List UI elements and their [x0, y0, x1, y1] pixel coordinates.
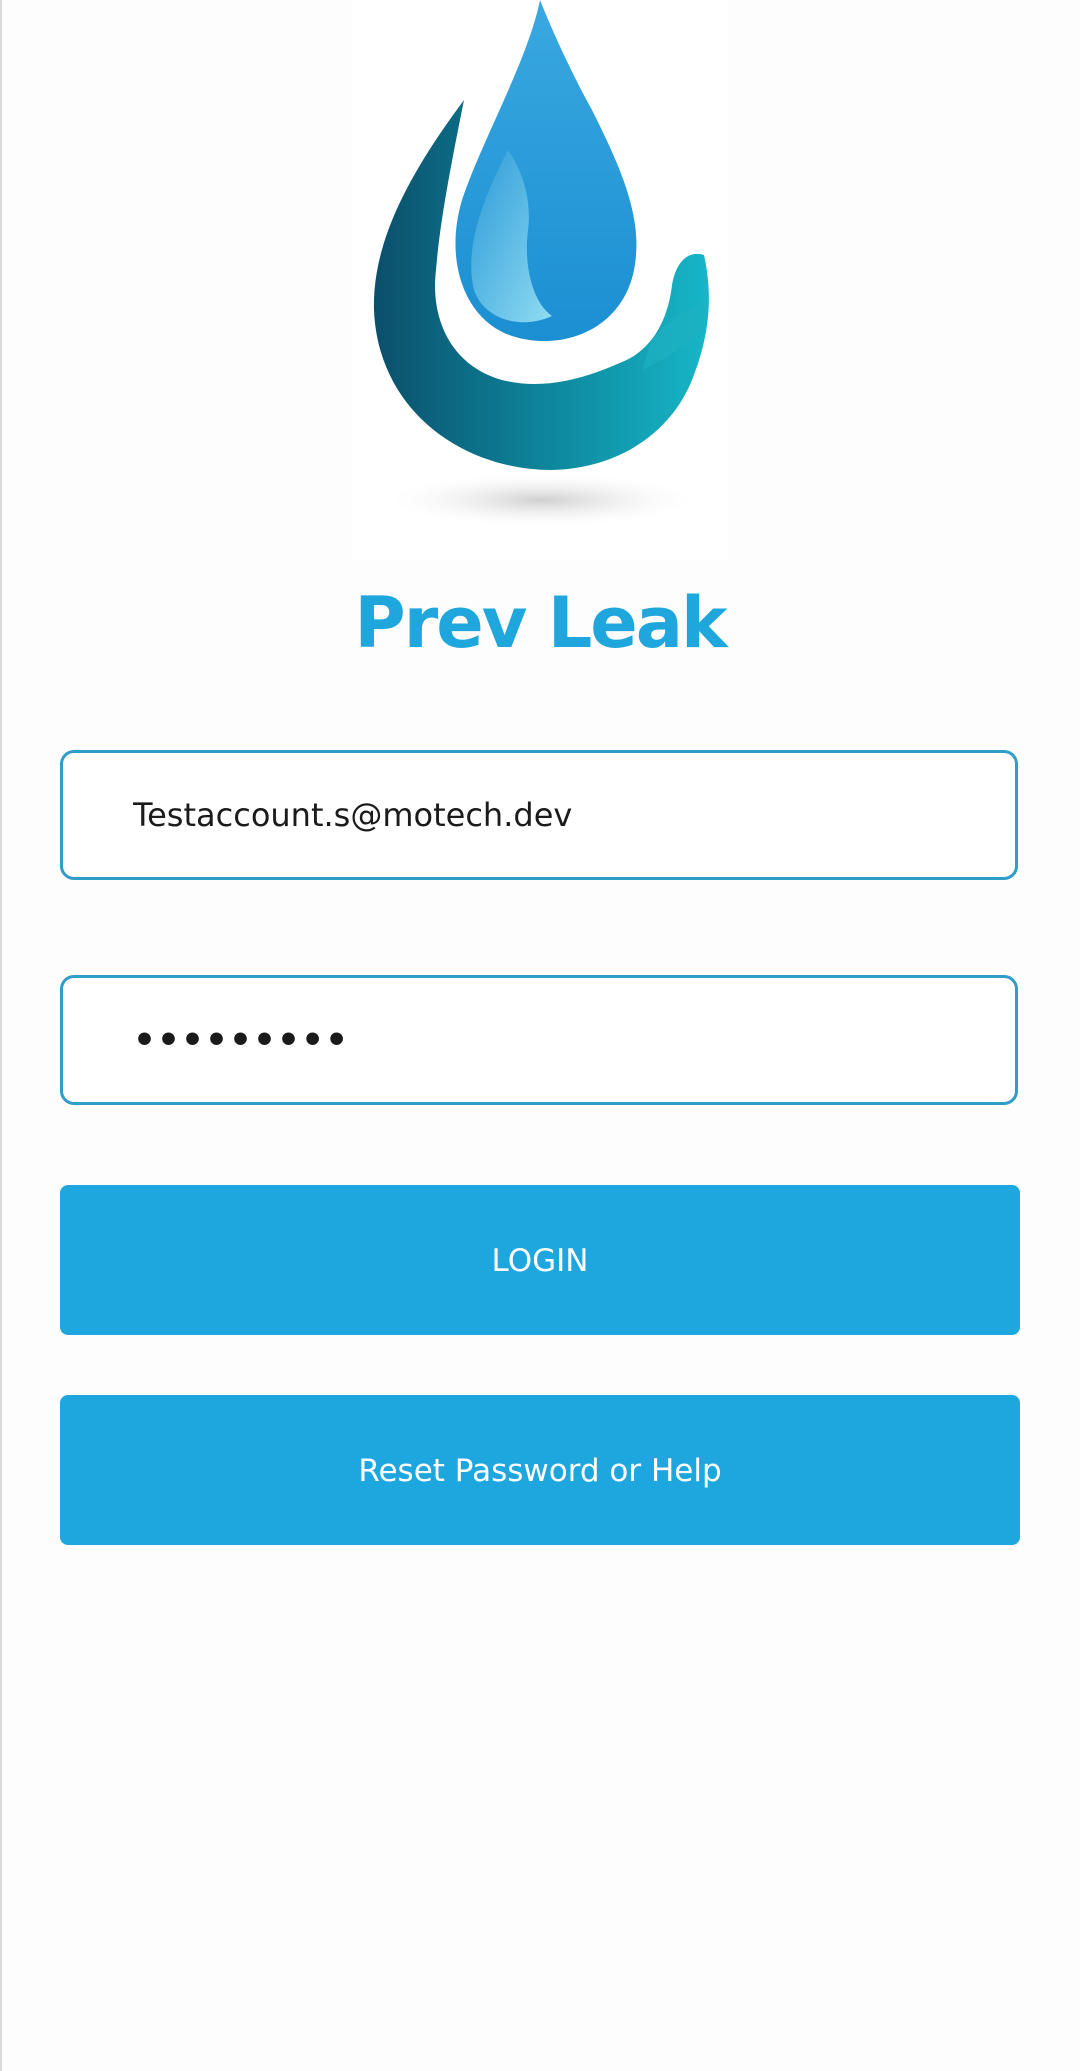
email-field[interactable]	[60, 750, 1018, 880]
login-button[interactable]: LOGIN	[60, 1185, 1020, 1335]
email-input[interactable]	[133, 753, 983, 877]
password-input[interactable]	[133, 978, 983, 1102]
water-drop-hand-icon	[373, 0, 709, 526]
app-title: Prev Leak	[354, 582, 727, 664]
reset-password-button[interactable]: Reset Password or Help	[60, 1395, 1020, 1545]
app-logo	[352, 0, 728, 560]
password-field[interactable]	[60, 975, 1018, 1105]
screen-edge	[0, 0, 2, 2071]
